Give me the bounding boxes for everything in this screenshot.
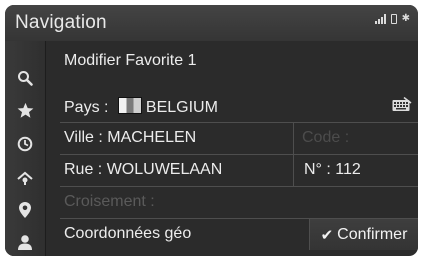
street-row[interactable]: Rue : WOLUWELAAN N° : 112	[60, 155, 418, 187]
crossing-row: Croisement :	[60, 187, 418, 219]
route-icon[interactable]	[13, 167, 37, 189]
country-label: Pays :	[64, 99, 113, 116]
country-value: BELGIUM	[145, 99, 218, 116]
house-number-field[interactable]: N° : 112	[293, 155, 418, 186]
postal-code-field: Code :	[293, 123, 418, 154]
country-row[interactable]: Pays : BELGIUM	[60, 91, 418, 123]
street-label: Rue : WOLUWELAAN	[64, 161, 223, 178]
form-heading: Modifier Favorite 1	[64, 52, 197, 69]
house-number-label: N° : 112	[304, 161, 361, 178]
sidebar	[5, 41, 46, 256]
coordinates-row[interactable]: Coordonnées géo ✔ Confirmer	[60, 219, 418, 250]
star-icon[interactable]	[13, 99, 37, 121]
favorite-form: Modifier Favorite 1 Pays : BELGIUM Ville…	[46, 41, 418, 256]
person-icon[interactable]	[13, 231, 37, 253]
confirm-button[interactable]: ✔ Confirmer	[309, 219, 418, 250]
postal-code-label: Code :	[302, 129, 350, 146]
checkmark-icon: ✔	[320, 226, 334, 244]
crossing-label: Croisement :	[64, 193, 155, 210]
confirm-label: Confirmer	[337, 225, 408, 243]
coordinates-label: Coordonnées géo	[64, 225, 192, 242]
keyboard-icon[interactable]	[392, 96, 412, 113]
signal-icon	[374, 14, 386, 24]
city-row[interactable]: Ville : MACHELEN Code :	[60, 123, 418, 155]
map-pin-icon[interactable]	[13, 199, 37, 221]
bluetooth-icon: ✱	[401, 13, 410, 24]
header-bar: Navigation ✱	[5, 5, 418, 41]
search-icon[interactable]	[13, 67, 37, 89]
page-title: Navigation	[15, 12, 107, 33]
clock-icon[interactable]	[13, 133, 37, 155]
status-icons: ✱	[374, 13, 410, 24]
belgium-flag-icon	[117, 97, 142, 114]
city-label: Ville : MACHELEN	[64, 129, 197, 146]
navigation-screen: Navigation ✱ Modifier Favorite 1 Pays: …	[5, 5, 418, 256]
phone-icon	[390, 14, 397, 24]
